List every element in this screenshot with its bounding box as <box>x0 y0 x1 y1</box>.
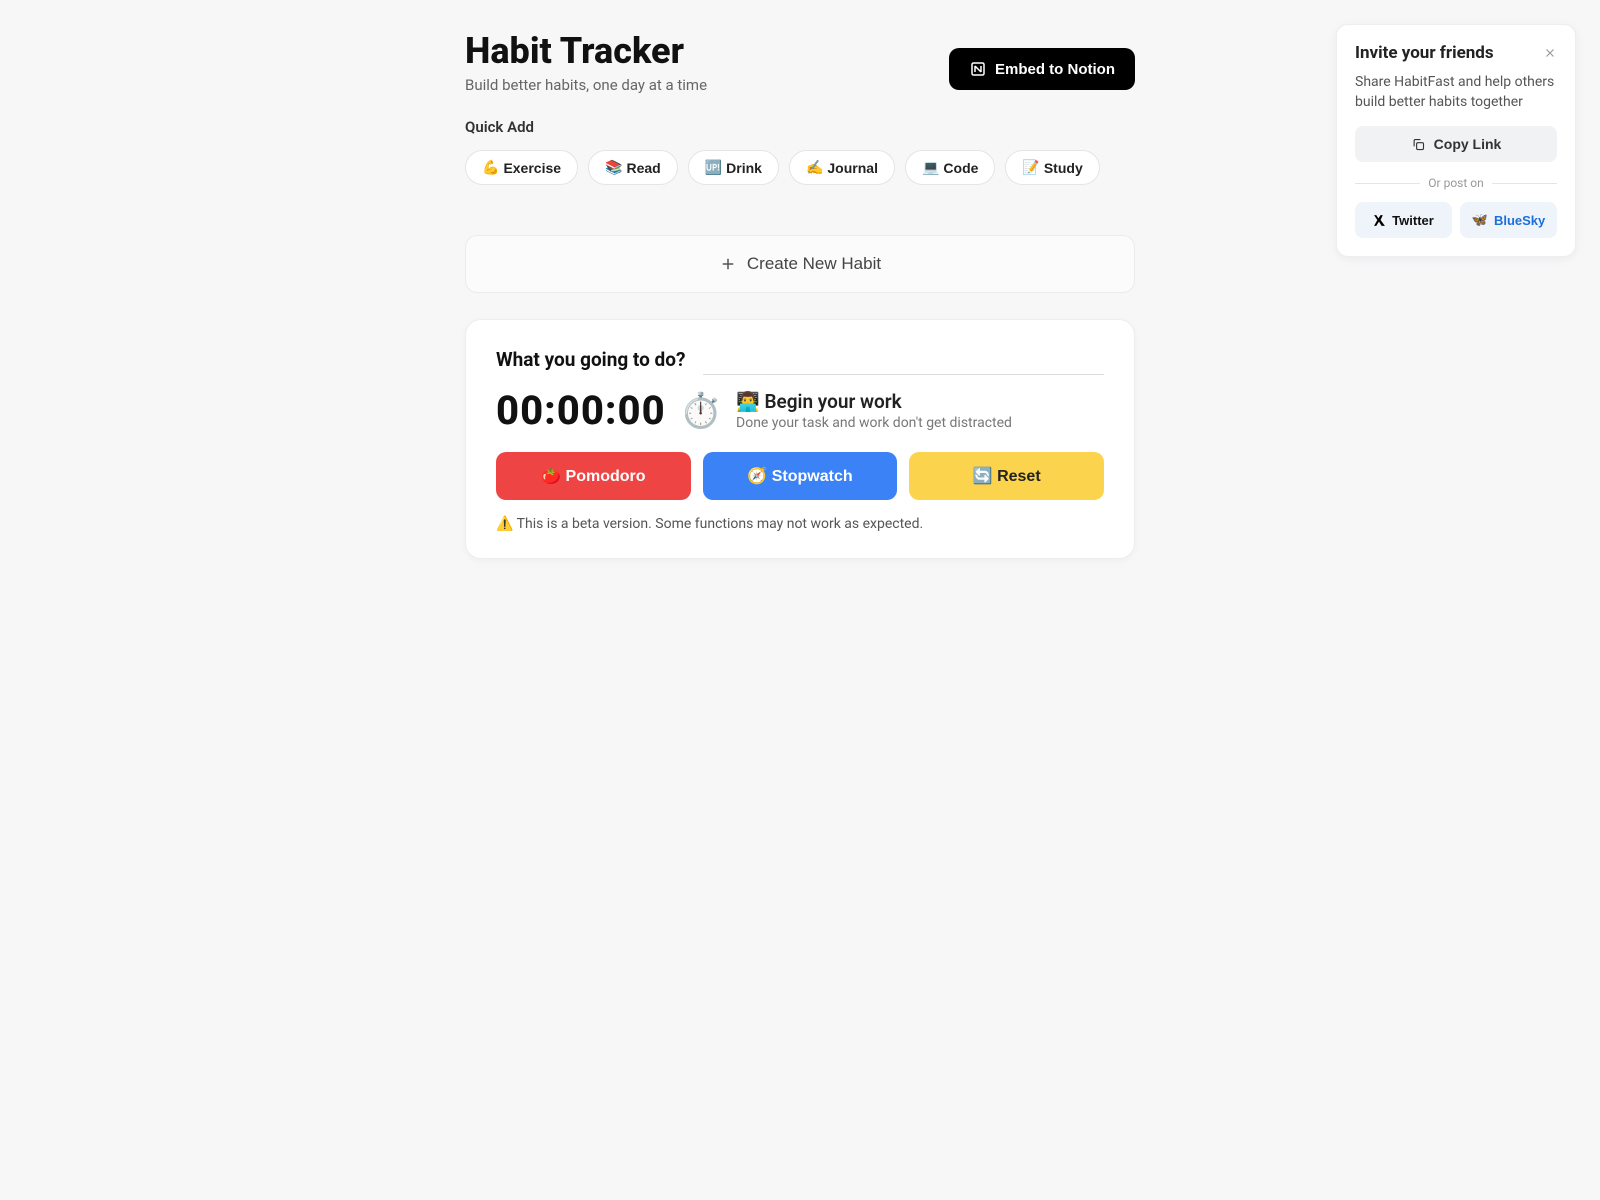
quick-add-label: Quick Add <box>465 118 1135 136</box>
share-bluesky-button[interactable]: 🦋 BlueSky <box>1460 202 1557 238</box>
quick-add-row: 💪 Exercise 📚 Read 🆙 Drink ✍️ Journal 💻 C… <box>465 150 1135 185</box>
code-emoji-icon: 💻 <box>922 159 939 176</box>
quick-add-read[interactable]: 📚 Read <box>588 150 678 185</box>
twitter-label: Twitter <box>1392 213 1434 228</box>
copy-icon <box>1411 137 1426 152</box>
stopwatch-button[interactable]: 🧭 Stopwatch <box>703 452 898 500</box>
begin-work-subtext: Done your task and work don't get distra… <box>736 415 1012 431</box>
quick-add-code[interactable]: 💻 Code <box>905 150 995 185</box>
person-computer-icon: 👨‍💻 <box>736 390 760 413</box>
chip-label: Read <box>626 160 660 176</box>
exercise-emoji-icon: 💪 <box>482 159 499 176</box>
create-new-habit-button[interactable]: Create New Habit <box>465 235 1135 293</box>
bluesky-label: BlueSky <box>1494 213 1545 228</box>
or-divider: Or post on <box>1355 176 1557 190</box>
page-subtitle: Build better habits, one day at a time <box>465 76 707 94</box>
chip-label: Code <box>943 160 978 176</box>
quick-add-journal[interactable]: ✍️ Journal <box>789 150 895 185</box>
notion-icon <box>969 60 987 78</box>
pomodoro-button[interactable]: 🍅 Pomodoro <box>496 452 691 500</box>
page-header: Habit Tracker Build better habits, one d… <box>465 30 1135 94</box>
copy-link-button[interactable]: Copy Link <box>1355 126 1557 162</box>
read-emoji-icon: 📚 <box>605 159 622 176</box>
quick-add-exercise[interactable]: 💪 Exercise <box>465 150 578 185</box>
chip-label: Study <box>1044 160 1083 176</box>
create-habit-label: Create New Habit <box>747 254 881 274</box>
page-title: Habit Tracker <box>465 30 707 72</box>
chip-label: Drink <box>726 160 762 176</box>
plus-icon <box>719 255 737 273</box>
invite-friends-panel: Invite your friends Share HabitFast and … <box>1336 24 1576 257</box>
embed-to-notion-button[interactable]: Embed to Notion <box>949 48 1135 90</box>
embed-to-notion-label: Embed to Notion <box>995 61 1115 78</box>
chip-label: Exercise <box>503 160 561 176</box>
x-twitter-icon <box>1373 214 1386 227</box>
timer-card: What you going to do? 00:00:00 ⏱️ 👨‍💻 Be… <box>465 319 1135 559</box>
drink-emoji-icon: 🆙 <box>705 159 722 176</box>
begin-work-label: 👨‍💻 Begin your work <box>736 390 1012 413</box>
or-post-on-label: Or post on <box>1428 176 1483 190</box>
task-input[interactable] <box>703 344 1104 375</box>
quick-add-drink[interactable]: 🆙 Drink <box>688 150 779 185</box>
timer-value: 00:00:00 <box>496 387 666 434</box>
beta-warning: ⚠️ This is a beta version. Some function… <box>496 516 1104 532</box>
stopwatch-icon: ⏱️ <box>680 391 722 431</box>
invite-title: Invite your friends <box>1355 43 1494 63</box>
invite-description: Share HabitFast and help others build be… <box>1355 73 1557 112</box>
chip-label: Journal <box>827 160 878 176</box>
what-you-going-to-do-label: What you going to do? <box>496 348 685 371</box>
quick-add-study[interactable]: 📝 Study <box>1005 150 1099 185</box>
journal-emoji-icon: ✍️ <box>806 159 823 176</box>
reset-button[interactable]: 🔄 Reset <box>909 452 1104 500</box>
study-emoji-icon: 📝 <box>1022 159 1039 176</box>
copy-link-label: Copy Link <box>1434 136 1502 152</box>
bluesky-icon: 🦋 <box>1472 212 1488 228</box>
share-twitter-button[interactable]: Twitter <box>1355 202 1452 238</box>
close-icon[interactable] <box>1543 46 1557 60</box>
